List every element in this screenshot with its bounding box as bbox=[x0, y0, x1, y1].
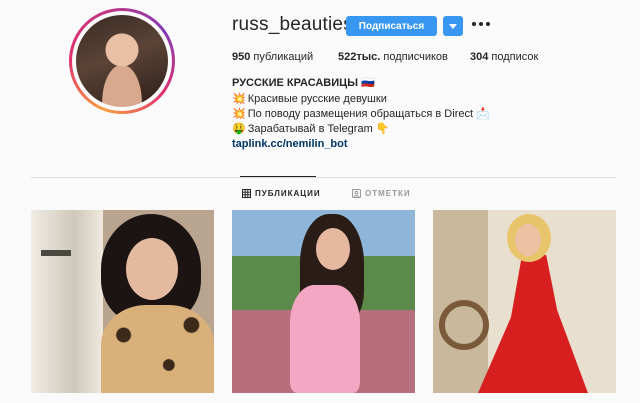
bio-line-1-text: Красивые русские девушки bbox=[247, 93, 387, 105]
bio-line-3: 🤑 Зарабатывай в Telegram 👇 bbox=[232, 122, 390, 136]
bio-link[interactable]: taplink.cc/nemilin_bot bbox=[232, 137, 348, 151]
followers-stat[interactable]: 522тыс. подписчиков bbox=[338, 51, 448, 63]
birch-trunk bbox=[31, 210, 103, 393]
tab-tagged-label: ОТМЕТКИ bbox=[365, 189, 411, 198]
following-label: подписок bbox=[491, 51, 539, 63]
bio-line-2: 💥 По поводу размещения обращаться в Direc… bbox=[232, 107, 490, 121]
tag-icon bbox=[352, 189, 361, 198]
more-options-icon[interactable] bbox=[472, 14, 490, 34]
profile-username: russ_beauties bbox=[232, 14, 353, 35]
posts-count-stat: 950 публикаций bbox=[232, 51, 313, 63]
chevron-down-icon bbox=[449, 23, 457, 29]
face-shape bbox=[515, 224, 541, 256]
collision-icon: 💥 bbox=[232, 108, 246, 120]
suggestions-dropdown-button[interactable] bbox=[443, 16, 463, 36]
bio-line-3-text: Зарабатывай в Telegram 👇 bbox=[247, 123, 390, 135]
follow-button[interactable]: Подписаться bbox=[346, 16, 437, 36]
collision-icon: 💥 bbox=[232, 93, 246, 105]
leopard-dress-shape bbox=[101, 305, 214, 393]
followers-count: 522тыс. bbox=[338, 51, 381, 63]
tab-tagged[interactable]: ОТМЕТКИ bbox=[352, 189, 411, 198]
followers-label: подписчиков bbox=[383, 51, 448, 63]
posts-label: публикаций bbox=[253, 51, 314, 63]
red-dress-shape bbox=[478, 255, 588, 393]
avatar-gap bbox=[72, 11, 172, 111]
face-shape bbox=[316, 228, 350, 270]
post-thumbnail[interactable] bbox=[232, 210, 415, 393]
face-shape bbox=[126, 238, 178, 300]
posts-count: 950 bbox=[232, 51, 251, 63]
tab-posts-label: ПУБЛИКАЦИИ bbox=[255, 189, 321, 198]
following-count: 304 bbox=[470, 51, 489, 63]
post-thumbnail[interactable] bbox=[31, 210, 214, 393]
tab-posts[interactable]: ПУБЛИКАЦИИ bbox=[242, 189, 321, 198]
bio-name: РУССКИЕ КРАСАВИЦЫ 🇷🇺 bbox=[232, 77, 375, 89]
avatar[interactable] bbox=[76, 15, 168, 107]
post-thumbnail[interactable] bbox=[433, 210, 616, 393]
money-face-icon: 🤑 bbox=[232, 123, 246, 135]
tabs-divider bbox=[31, 177, 616, 178]
following-stat[interactable]: 304 подписок bbox=[470, 51, 538, 63]
cart-wheel bbox=[439, 300, 489, 350]
bio-line-1: 💥 Красивые русские девушки bbox=[232, 92, 387, 106]
grid-icon bbox=[242, 189, 251, 198]
active-tab-indicator bbox=[240, 176, 316, 177]
bio-line-2-text: По поводу размещения обращаться в Direct… bbox=[247, 108, 490, 120]
profile-avatar-ring[interactable] bbox=[69, 8, 175, 114]
pink-dress-shape bbox=[290, 285, 360, 393]
